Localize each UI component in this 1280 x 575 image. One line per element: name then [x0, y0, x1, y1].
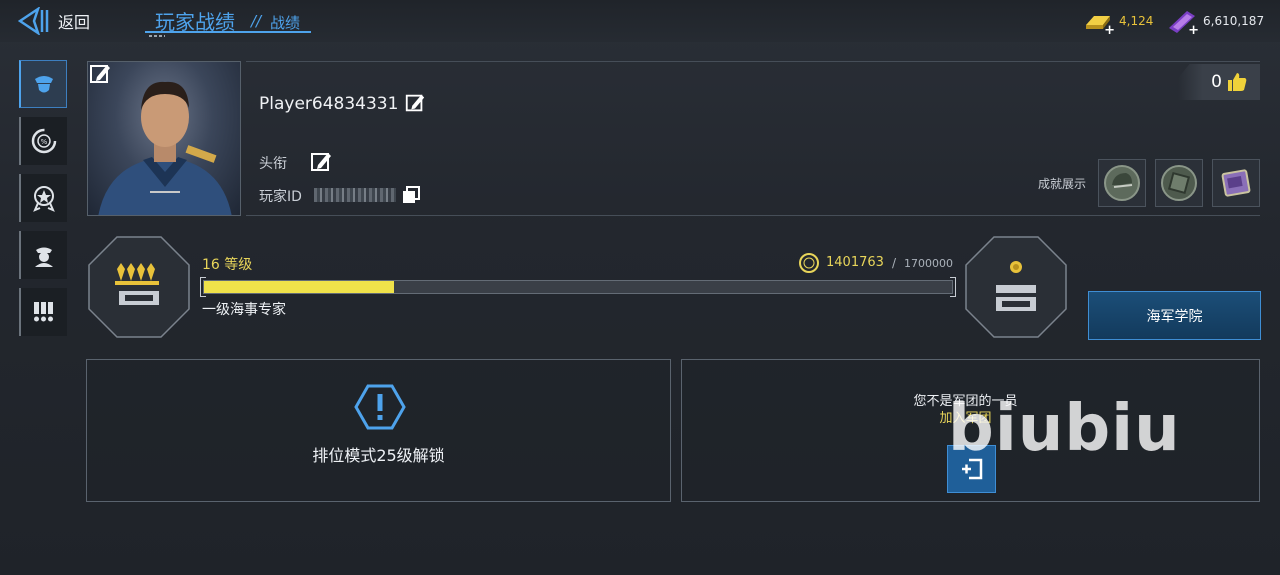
profile-panel: Player64834331 头衔 玩家ID 0 成就展示 [246, 61, 1260, 216]
medal-badge-icon [33, 186, 55, 212]
player-name: Player64834331 [259, 94, 399, 114]
current-rank-insignia [88, 236, 190, 338]
stats-dial-icon: % [31, 128, 57, 154]
title-label: 头衔 [259, 156, 287, 172]
xp-progress-fill [204, 281, 394, 293]
ranked-unlock-text: 排位模式25级解锁 [312, 446, 445, 465]
xp-coin-icon [799, 253, 819, 273]
gold-amount: 4,124 [1119, 14, 1154, 28]
rank-name: 一级海事专家 [202, 302, 286, 318]
xp-max: 1700000 [904, 257, 953, 270]
top-bar: 返回 玩家战绩 // 战绩 + 4,124 + 6,610,187 [0, 0, 1280, 42]
svg-text:%: % [41, 138, 48, 146]
nav-crew[interactable] [19, 231, 67, 279]
next-rank-insignia [965, 236, 1067, 338]
back-arrow-icon [18, 7, 49, 35]
likes-box[interactable]: 0 [1178, 64, 1260, 100]
naval-academy-button[interactable]: 海军学院 [1088, 291, 1261, 340]
back-label: 返回 [58, 13, 91, 32]
player-id-value [314, 188, 396, 202]
xp-progress-bar [203, 280, 953, 294]
xp-current: 1401763 [826, 255, 884, 270]
page-subtitle: 战绩 [270, 14, 301, 32]
player-id-label: 玩家ID [259, 189, 302, 205]
back-button[interactable]: 返回 [18, 6, 98, 36]
warning-icon [354, 384, 406, 430]
commander-icon [34, 76, 53, 93]
ticket-currency[interactable]: + 6,610,187 [1167, 8, 1265, 38]
player-avatar[interactable] [87, 61, 241, 216]
xp-separator: / [892, 256, 897, 270]
avatar-edit-icon[interactable] [88, 62, 112, 86]
watermark-text: biubiu [948, 392, 1181, 466]
nav-ribbons[interactable] [19, 288, 67, 336]
side-nav: % [19, 60, 67, 345]
gold-currency[interactable]: + 4,124 [1083, 8, 1154, 38]
nav-stats[interactable]: % [19, 117, 67, 165]
crate-badge-icon [1161, 165, 1197, 201]
achievement-slot-3[interactable] [1212, 159, 1260, 207]
ticket-amount: 6,610,187 [1203, 14, 1265, 28]
purple-ticket-icon: + [1167, 8, 1199, 38]
purple-card-badge-icon [1221, 169, 1251, 197]
copy-id-icon[interactable] [401, 185, 421, 205]
ribbons-icon [34, 302, 53, 322]
likes-count: 0 [1211, 72, 1222, 92]
level-label: 16 等级 [202, 257, 253, 273]
achievement-slot-2[interactable] [1155, 159, 1203, 207]
nav-medals[interactable] [19, 174, 67, 222]
edit-title-icon[interactable] [309, 150, 333, 174]
star-emblem-icon [1010, 261, 1022, 273]
thumbs-up-icon [1228, 73, 1247, 91]
add-ticket-icon[interactable]: + [1188, 23, 1199, 38]
nav-commander[interactable] [19, 60, 67, 108]
title-dots [149, 35, 165, 37]
achievements-label: 成就展示 [1038, 177, 1087, 191]
edit-name-icon[interactable] [404, 92, 426, 114]
title-separator: // [251, 12, 262, 30]
add-gold-icon[interactable]: + [1104, 23, 1115, 38]
achievement-slot-1[interactable] [1098, 159, 1146, 207]
gold-bar-icon: + [1083, 8, 1115, 38]
helmet-badge-icon [1104, 165, 1140, 201]
ranked-mode-card: 排位模式25级解锁 [86, 359, 671, 502]
crew-icon [35, 247, 53, 267]
title-underline [145, 31, 311, 33]
